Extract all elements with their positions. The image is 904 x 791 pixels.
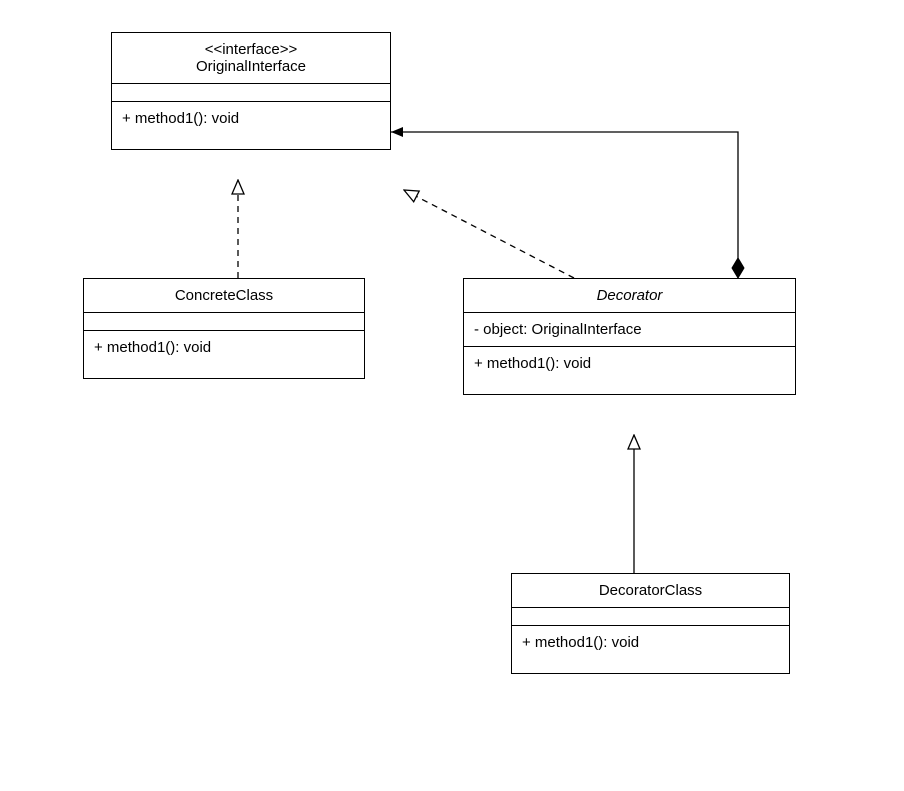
method-label: + method1(): void <box>94 339 211 356</box>
class-decorator-class: DecoratorClass + method1(): void <box>511 573 790 674</box>
method-label: + method1(): void <box>122 110 239 127</box>
uml-diagram: <<interface>> OriginalInterface + method… <box>0 0 904 791</box>
methods-compartment: + method1(): void <box>84 331 364 378</box>
methods-compartment: + method1(): void <box>112 102 390 149</box>
edge-decorator-to-interface <box>404 190 574 278</box>
class-name: OriginalInterface <box>120 58 382 75</box>
class-original-interface: <<interface>> OriginalInterface + method… <box>111 32 391 150</box>
methods-compartment: + method1(): void <box>512 626 789 673</box>
method-label: + method1(): void <box>522 634 639 651</box>
methods-compartment: + method1(): void <box>464 347 795 394</box>
attributes-compartment <box>112 84 390 102</box>
attributes-compartment <box>512 608 789 626</box>
class-name: DecoratorClass <box>520 582 781 599</box>
attributes-compartment <box>84 313 364 331</box>
edge-composition <box>391 132 738 278</box>
attribute-label: - object: OriginalInterface <box>474 321 642 338</box>
class-decorator: Decorator - object: OriginalInterface + … <box>463 278 796 395</box>
attributes-compartment: - object: OriginalInterface <box>464 313 795 347</box>
class-name: ConcreteClass <box>92 287 356 304</box>
class-concrete: ConcreteClass + method1(): void <box>83 278 365 379</box>
class-name: Decorator <box>472 287 787 304</box>
stereotype-label: <<interface>> <box>120 41 382 58</box>
method-label: + method1(): void <box>474 355 591 372</box>
